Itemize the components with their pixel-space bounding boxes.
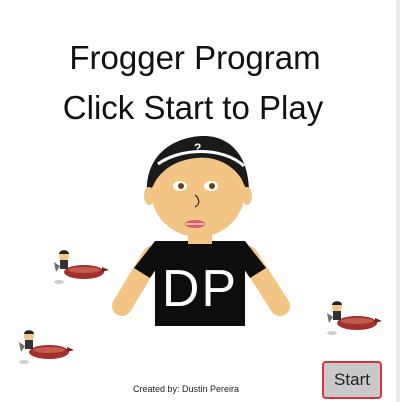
rocket-rider-2 <box>19 330 74 364</box>
window-edge <box>396 0 400 402</box>
rocket-rider-1 <box>54 250 109 284</box>
game-instruction: Click Start to Play <box>62 89 324 126</box>
credit-text: Created by: Dustin Pereira <box>133 384 240 394</box>
left-pupil <box>178 183 184 189</box>
game-title: Frogger Program <box>69 39 321 76</box>
start-button[interactable]: Start <box>322 361 382 399</box>
left-ear <box>144 187 154 205</box>
cap-logo: ? <box>194 141 201 155</box>
shirt-initials: DP <box>162 260 238 318</box>
rocket-rider-3 <box>327 301 382 335</box>
right-ear <box>242 187 252 205</box>
right-pupil <box>209 183 215 189</box>
player-avatar: ? DP <box>112 136 290 326</box>
